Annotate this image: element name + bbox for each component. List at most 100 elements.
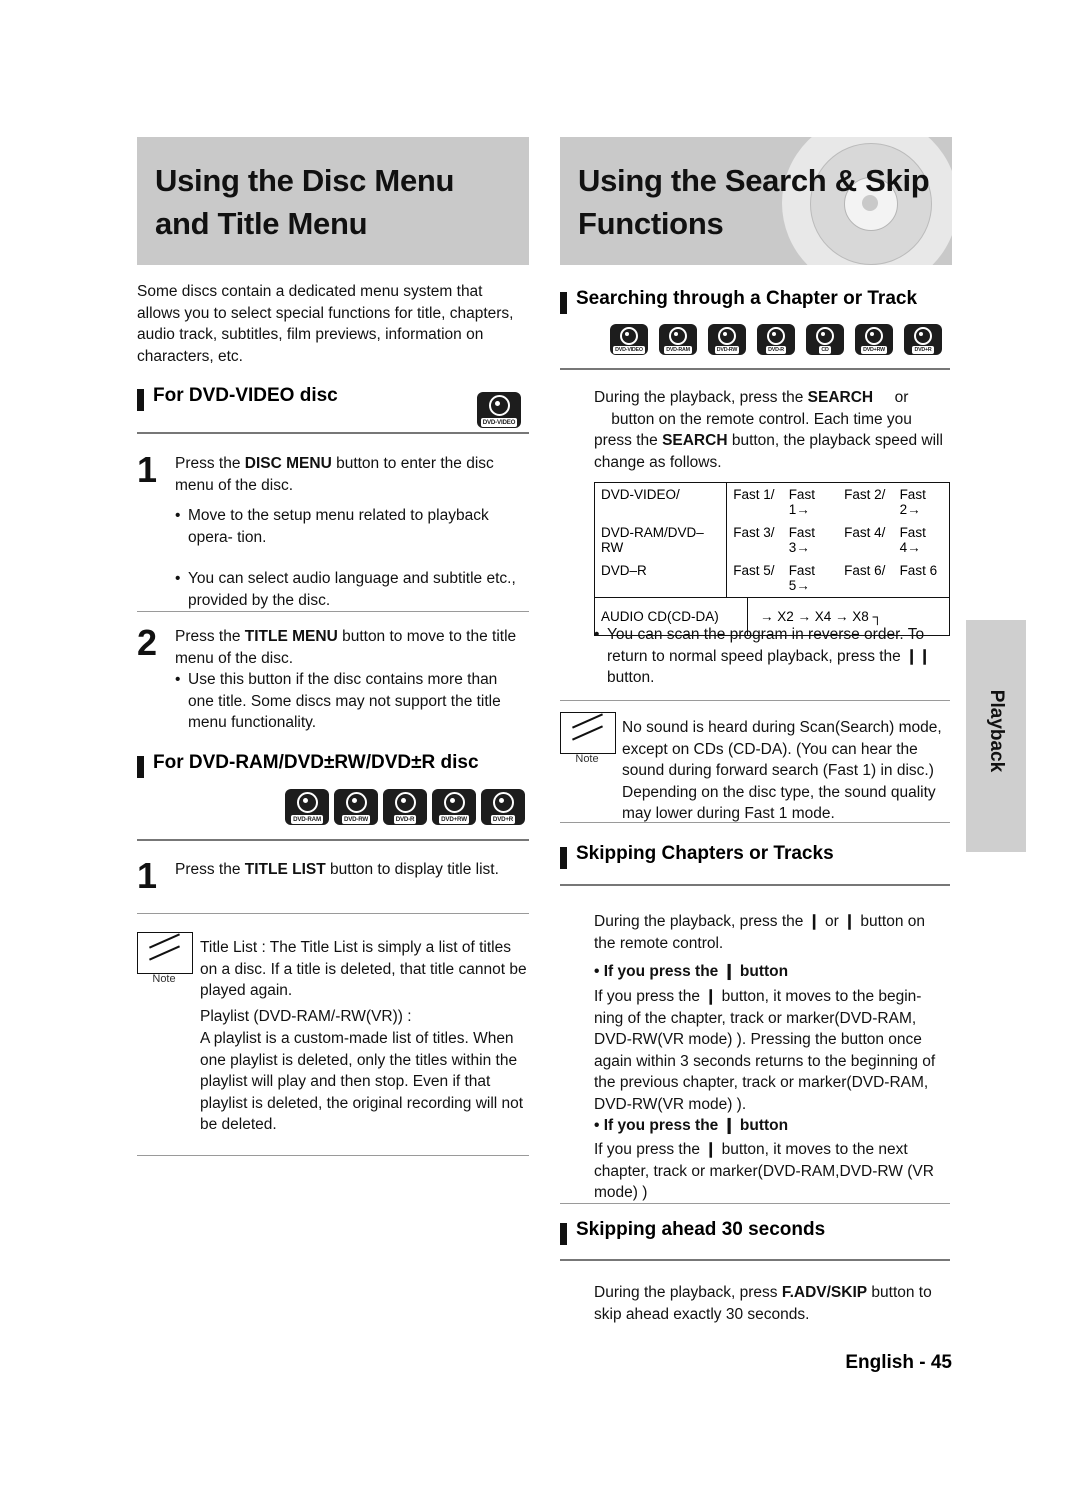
left-header-banner: Using the Disc Menu and Title Menu	[137, 137, 529, 265]
badge-dvd-plus-r: DVD+R	[481, 789, 525, 825]
note-icon: Note	[560, 712, 616, 766]
badge-label: CD	[819, 346, 831, 354]
section-bar	[137, 756, 144, 778]
badge-label: DVD+RW	[861, 346, 887, 354]
section-bar	[560, 847, 567, 869]
step-3-number: 1	[137, 855, 158, 896]
badge-dvd-ram: DVD-RAM	[285, 789, 329, 825]
badge-dvd-plus-r: DVD+R	[904, 324, 942, 355]
skip-next-heading: • If you press the ❙ button	[594, 1117, 789, 1134]
document-page: Using the Disc Menu and Title Menu Using…	[0, 0, 1080, 1487]
search-paragraph: During the playback, press the SEARCH or…	[594, 389, 943, 471]
left-header-line1: Using the Disc Menu	[155, 163, 455, 198]
table-cell: Fast 4→	[899, 525, 926, 555]
skip-ahead-text: During the playback, press F.ADV/SKIP bu…	[594, 1284, 932, 1323]
skip-ahead-bold: F.ADV/SKIP	[781, 1284, 868, 1301]
section-title: Skipping ahead 30 seconds	[576, 1219, 826, 1240]
badge-label: DVD-VIDEO	[480, 418, 518, 427]
table-cell: Fast 4/	[844, 525, 886, 540]
step-1-number: 1	[137, 449, 158, 490]
table-cell: Fast 2/	[844, 487, 886, 502]
badge-dvd-video: DVD-VIDEO	[477, 392, 521, 428]
note-text-playlist-heading: Playlist (DVD-RAM/-RW(VR)) :	[200, 1008, 412, 1025]
divider	[560, 368, 950, 370]
divider	[137, 1155, 529, 1156]
badge-label: DVD-RAM	[664, 346, 692, 354]
badge-label: DVD-RW	[714, 346, 740, 354]
divider	[137, 913, 529, 914]
badge-dvd-rw: DVD-RW	[334, 789, 378, 825]
section-title: For DVD-VIDEO disc	[153, 385, 338, 406]
divider	[137, 432, 529, 434]
badge-dvd-ram: DVD-RAM	[659, 324, 697, 355]
skip-prev-heading: • If you press the ❙ button	[594, 963, 789, 980]
table-cell: Fast 1/	[733, 487, 775, 502]
right-header-line2: Functions	[578, 206, 724, 241]
badge-dvd-plus-rw: DVD+RW	[432, 789, 476, 825]
search-bold-1: SEARCH	[807, 389, 874, 406]
section-title: Searching through a Chapter or Track	[576, 288, 918, 309]
skip-paragraph: During the playback, press the ❙ or ❙ bu…	[594, 913, 925, 952]
table-row: DVD–R Fast 5/ Fast 5→ Fast 6/ Fast 6	[595, 559, 949, 597]
table-row: DVD-RAM/DVD–RW Fast 3/ Fast 3→ Fast 4/ F…	[595, 521, 949, 559]
table-cell: Fast 3→	[788, 525, 815, 555]
badge-cd: CD	[806, 324, 844, 355]
note-icon: Note	[137, 932, 193, 986]
note-label: Note	[575, 753, 599, 765]
list-item: You can select audio language and subtit…	[175, 568, 527, 611]
skip-prev-text: If you press the ❙ button, it moves to t…	[594, 988, 936, 1113]
note-text-title-list: Title List : The Title List is simply a …	[200, 939, 527, 999]
left-intro-paragraph: Some discs contain a dedicated menu syst…	[137, 283, 514, 365]
step-2-bold: TITLE MENU	[244, 628, 338, 645]
step-1-bold: DISC MENU	[244, 455, 332, 472]
page-footer: English - 45	[845, 1352, 952, 1373]
right-header-banner: Using the Search & Skip Functions	[560, 137, 952, 265]
divider	[560, 884, 950, 886]
table-cell: DVD–R	[595, 559, 728, 597]
divider	[560, 1259, 950, 1261]
search-bullet: You can scan the program in reverse orde…	[594, 624, 950, 689]
step-2-bullets: Use this button if the disc contains mor…	[175, 669, 527, 734]
step-3-bold: TITLE LIST	[244, 861, 326, 878]
list-item: You can scan the program in reverse orde…	[594, 624, 950, 689]
side-tab-label: Playback	[986, 689, 1007, 773]
right-header-line1: Using the Search & Skip	[578, 163, 930, 198]
badge-label: DVD-RAM	[291, 815, 323, 824]
badge-dvd-plus-rw: DVD+RW	[855, 324, 893, 355]
table-cell: Fast 2→	[899, 487, 926, 517]
section-bar	[137, 389, 144, 411]
step-2-text: Press the TITLE MENU button to move to t…	[175, 628, 517, 667]
note-label: Note	[152, 973, 176, 985]
badge-dvd-video: DVD-VIDEO	[610, 324, 648, 355]
section-title: Skipping Chapters or Tracks	[576, 843, 834, 864]
table-cell: Fast 5/	[733, 563, 775, 578]
note-text-playlist-body: A playlist is a custom-made list of titl…	[200, 1030, 524, 1133]
divider	[137, 611, 529, 612]
badge-label: DVD-VIDEO	[613, 346, 645, 354]
divider	[137, 839, 529, 841]
side-tab-playback: Playback	[966, 620, 1026, 852]
list-item: Use this button if the disc contains mor…	[175, 669, 527, 734]
badge-dvd-r: DVD-R	[383, 789, 427, 825]
section-bar	[560, 1223, 567, 1245]
badge-label: DVD-R	[766, 346, 786, 354]
badge-label: DVD-RW	[341, 815, 371, 824]
divider	[560, 1203, 950, 1204]
list-item: Move to the setup menu related to playba…	[175, 505, 527, 548]
search-bold-2: SEARCH	[662, 432, 728, 449]
step-2-number: 2	[137, 622, 158, 663]
badge-label: DVD+R	[490, 815, 516, 824]
divider	[560, 700, 950, 701]
badge-label: DVD+R	[912, 346, 934, 354]
step-1-bullets: Move to the setup menu related to playba…	[175, 505, 527, 611]
note-text-scan: No sound is heard during Scan(Search) mo…	[622, 719, 942, 822]
badge-dvd-r: DVD-R	[757, 324, 795, 355]
table-cell: DVD-VIDEO/	[595, 483, 728, 521]
divider	[560, 822, 950, 823]
table-cell: DVD-RAM/DVD–RW	[595, 521, 728, 559]
table-cell: Fast 6	[899, 563, 938, 578]
table-cell: Fast 3/	[733, 525, 775, 540]
badge-label: DVD-R	[393, 815, 417, 824]
section-bar	[560, 292, 567, 314]
skip-next-text: If you press the ❙ button, it moves to t…	[594, 1141, 934, 1201]
